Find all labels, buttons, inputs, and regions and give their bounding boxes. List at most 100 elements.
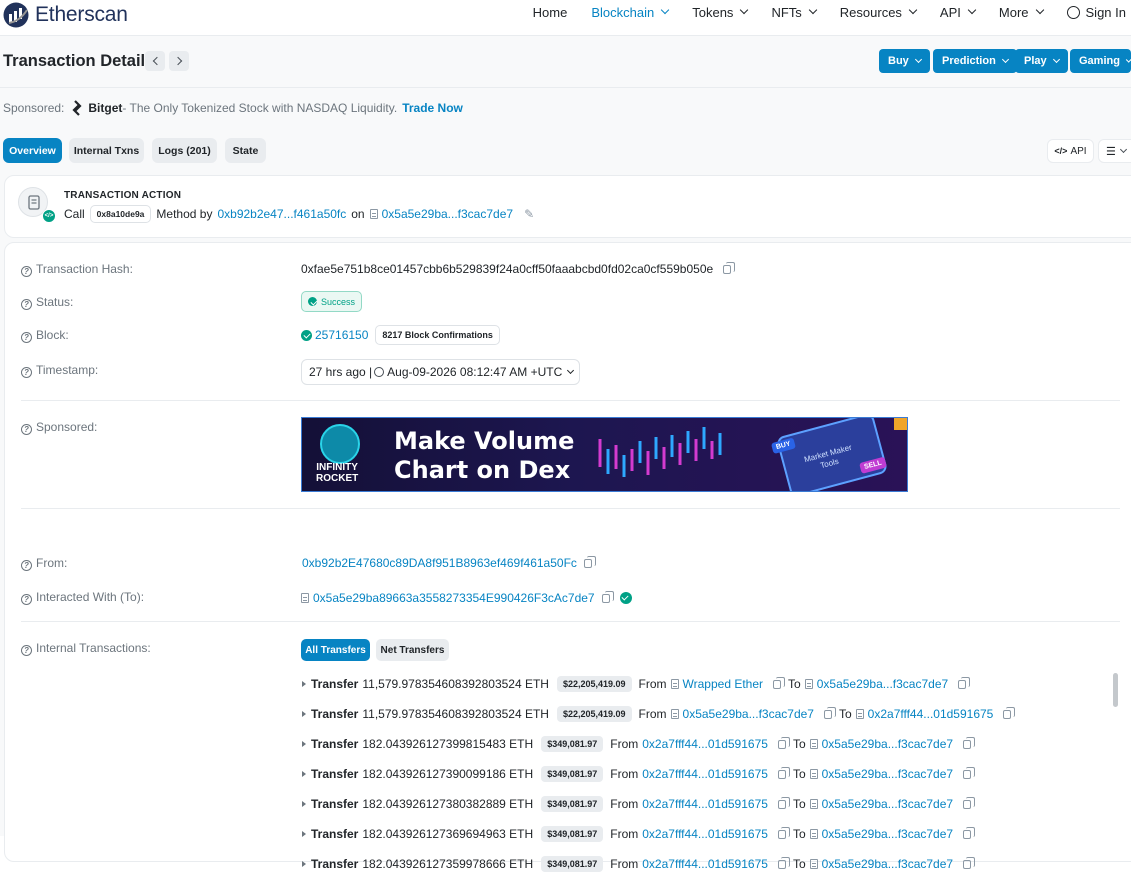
chevron-down-icon — [967, 5, 977, 15]
transfer-from-link[interactable]: Wrapped Ether — [683, 677, 764, 691]
copy-icon[interactable] — [963, 826, 976, 839]
view-options-button[interactable]: ☰ — [1098, 139, 1131, 163]
expand-triangle-icon[interactable] — [302, 861, 306, 867]
usd-value-badge: $349,081.97 — [541, 796, 604, 812]
transfer-from-link[interactable]: 0x2a7fff44...01d591675 — [642, 797, 768, 811]
expand-triangle-icon[interactable] — [302, 801, 306, 807]
sign-in-label: Sign In — [1085, 4, 1126, 20]
transfer-row[interactable]: Transfer 182.043926127380382889 ETH $349,0… — [301, 795, 976, 813]
tab-overview[interactable]: Overview — [3, 138, 62, 163]
etherscan-logo[interactable]: Etherscan — [3, 0, 128, 30]
prediction-button[interactable]: Prediction — [933, 49, 1017, 73]
nav-resources[interactable]: Resources — [840, 5, 918, 20]
transfer-from-link[interactable]: 0x2a7fff44...01d591675 — [642, 767, 768, 781]
expand-triangle-icon[interactable] — [302, 741, 306, 747]
tab-internal-txns[interactable]: Internal Txns — [69, 138, 144, 163]
action-from-link[interactable]: 0xb92b2e47...f461a50fc — [217, 207, 346, 221]
copy-icon[interactable] — [1003, 706, 1016, 719]
copy-icon[interactable] — [958, 676, 971, 689]
to-word: To — [792, 857, 806, 871]
edit-pencil-icon[interactable]: ✎ — [524, 207, 534, 221]
transfer-row[interactable]: Transfer 182.043926127359978666 ETH $349,0… — [301, 855, 976, 873]
to-address-link[interactable]: 0x5a5e29ba89663a3558273354E990426F3cAc7d… — [313, 591, 595, 605]
play-button[interactable]: Play — [1015, 49, 1068, 73]
transfer-row[interactable]: Transfer 182.043926127390099186 ETH $349,0… — [301, 765, 976, 783]
tab-logs[interactable]: Logs (201) — [152, 138, 217, 163]
transfer-from-link[interactable]: 0x2a7fff44...01d591675 — [642, 827, 768, 841]
buy-button[interactable]: Buy — [879, 49, 930, 73]
transfer-to-link[interactable]: 0x5a5e29ba...f3cac7de7 — [822, 767, 953, 781]
block-finalized-icon — [301, 329, 312, 341]
transfer-from-link[interactable]: 0x2a7fff44...01d591675 — [642, 857, 768, 871]
ad-headline-line2: Chart on Dex — [394, 456, 571, 484]
expand-triangle-icon[interactable] — [302, 831, 306, 837]
transfer-to-link[interactable]: 0x2a7fff44...01d591675 — [868, 707, 994, 721]
block-label-text: Block: — [36, 328, 69, 342]
transfer-row[interactable]: Transfer 182.043926127399815483 ETH $349,0… — [301, 735, 976, 753]
transfer-to-link[interactable]: 0x5a5e29ba...f3cac7de7 — [822, 737, 953, 751]
api-button[interactable]: </> API — [1047, 139, 1094, 163]
transfer-to-link[interactable]: 0x5a5e29ba...f3cac7de7 — [822, 797, 953, 811]
transfer-from-link[interactable]: 0x2a7fff44...01d591675 — [642, 737, 768, 751]
net-transfers-tab[interactable]: Net Transfers — [376, 639, 449, 661]
next-tx-button[interactable] — [169, 51, 189, 71]
transfer-to-link[interactable]: 0x5a5e29ba...f3cac7de7 — [822, 857, 953, 871]
hash-label: ? Transaction Hash: — [21, 262, 133, 277]
all-transfers-tab[interactable]: All Transfers — [301, 639, 370, 661]
ad-headline-line1: Make Volume — [394, 427, 575, 455]
gaming-button[interactable]: Gaming — [1070, 49, 1131, 73]
prev-tx-button[interactable] — [145, 51, 165, 71]
nav-more-label: More — [998, 4, 1029, 20]
nav-tokens[interactable]: Tokens — [692, 5, 749, 20]
ad-choices-icon[interactable] — [894, 418, 907, 430]
nav-home[interactable]: Home — [533, 5, 568, 20]
sponsor-cta-link[interactable]: Trade Now — [402, 101, 463, 115]
transfer-to-link[interactable]: 0x5a5e29ba...f3cac7de7 — [817, 677, 948, 691]
copy-icon[interactable] — [583, 555, 596, 568]
copy-icon[interactable] — [777, 766, 790, 779]
transfer-from-link[interactable]: 0x5a5e29ba...f3cac7de7 — [683, 707, 814, 721]
timestamp-dropdown[interactable]: 27 hrs ago | Aug-09-2026 08:12:47 AM +UT… — [301, 359, 581, 385]
copy-icon[interactable] — [773, 676, 786, 689]
copy-icon[interactable] — [777, 796, 790, 809]
copy-icon[interactable] — [777, 856, 790, 869]
transfer-row[interactable]: Transfer 11,579.978354608392803524 ETH $22… — [301, 675, 971, 693]
sign-in-link[interactable]: Sign In — [1066, 4, 1126, 20]
from-address-link[interactable]: 0xb92b2E47680c89DA8f951B8963ef469f461a50… — [302, 556, 577, 570]
user-circle-icon — [1066, 5, 1080, 19]
action-to-link[interactable]: 0x5a5e29ba...f3cac7de7 — [382, 207, 513, 221]
transfer-row[interactable]: Transfer 11,579.978354608392803524 ETH $22… — [301, 705, 1016, 723]
expand-triangle-icon[interactable] — [302, 681, 306, 687]
transfer-word: Transfer — [311, 737, 359, 751]
copy-icon[interactable] — [823, 706, 836, 719]
nav-more[interactable]: More — [998, 4, 1044, 20]
bitget-logo-icon — [72, 100, 82, 116]
block-link[interactable]: 25716150 — [315, 328, 368, 342]
tab-state[interactable]: State — [225, 138, 266, 163]
copy-icon[interactable] — [963, 766, 976, 779]
nav-blockchain[interactable]: Blockchain — [591, 5, 670, 20]
nav-api[interactable]: API — [940, 5, 977, 20]
scrollbar-thumb[interactable] — [1113, 673, 1118, 707]
ad-sell-tag: SELL — [859, 456, 887, 474]
sponsored-ad-banner[interactable]: INFINITY ROCKET Make Volume Chart on Dex — [301, 417, 908, 492]
chevron-down-icon — [1035, 5, 1044, 15]
copy-icon[interactable] — [601, 590, 614, 603]
copy-icon[interactable] — [723, 261, 736, 274]
copy-icon[interactable] — [777, 826, 790, 839]
copy-icon[interactable] — [963, 856, 976, 869]
candlestick-chart-icon — [598, 427, 722, 477]
expand-triangle-icon[interactable] — [302, 711, 306, 717]
transfer-to-link[interactable]: 0x5a5e29ba...f3cac7de7 — [822, 827, 953, 841]
copy-icon[interactable] — [963, 796, 976, 809]
to-label-text: Interacted With (To): — [36, 590, 145, 604]
hash-value: 0xfae5e751b8ce01457cbb6b529839f24a0cff50… — [301, 261, 736, 276]
usd-value-badge: $349,081.97 — [541, 826, 604, 842]
from-word: From — [610, 827, 639, 841]
contract-icon — [301, 593, 309, 603]
copy-icon[interactable] — [963, 736, 976, 749]
transfer-row[interactable]: Transfer 182.043926127369694963 ETH $349,0… — [301, 825, 976, 843]
nav-nfts[interactable]: NFTs — [771, 5, 818, 20]
copy-icon[interactable] — [777, 736, 790, 749]
expand-triangle-icon[interactable] — [302, 771, 306, 777]
